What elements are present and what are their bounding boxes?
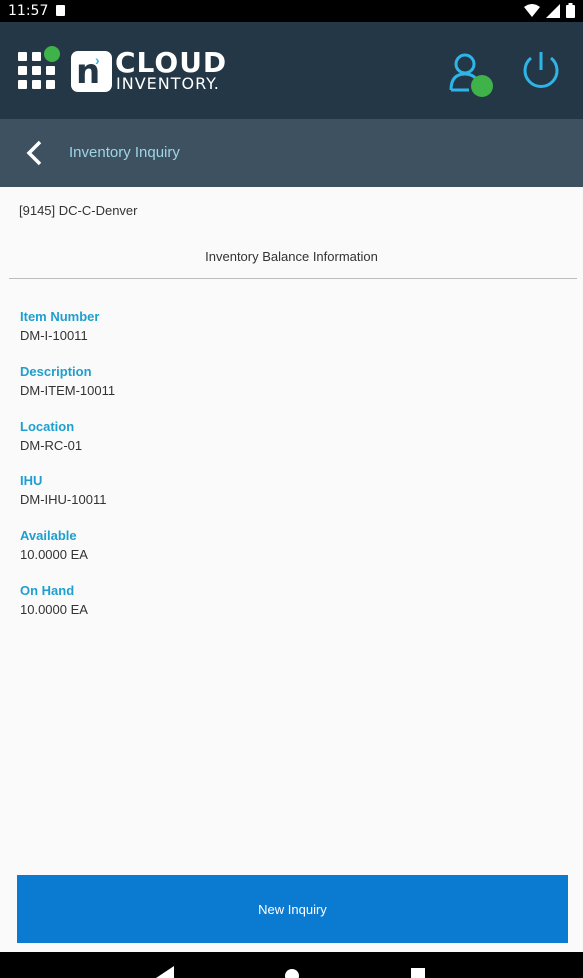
field-item-number: Item Number DM-I-10011: [20, 308, 99, 344]
field-label: Location: [20, 419, 75, 434]
notification-dot: [44, 46, 60, 62]
nav-bar: [0, 952, 583, 978]
logo-mark: n ›: [71, 51, 112, 92]
field-label: Item Number: [20, 309, 100, 324]
back-nav-icon[interactable]: [156, 966, 174, 978]
user-icon[interactable]: [447, 50, 495, 98]
section-title: Inventory Balance Information: [205, 249, 378, 264]
home-nav-icon[interactable]: [285, 968, 299, 978]
recents-nav-icon[interactable]: [411, 968, 425, 978]
field-ihu: IHU DM-IHU-10011: [20, 472, 106, 508]
field-value: DM-IHU-10011: [20, 492, 107, 507]
field-value: 10.0000 EA: [20, 547, 88, 562]
field-label: Description: [20, 364, 92, 379]
org-label: [9145] DC-C-Denver: [19, 203, 138, 218]
app-header: n › CLOUD INVENTORY.: [0, 22, 583, 119]
sd-card-icon: [56, 5, 65, 16]
battery-icon: [566, 3, 575, 18]
sub-header: Inventory Inquiry: [0, 119, 583, 187]
status-icons: [524, 3, 575, 18]
signal-icon: [546, 3, 560, 18]
field-on-hand: On Hand 10.0000 EA: [20, 582, 88, 618]
field-description: Description DM-ITEM-10011: [20, 363, 115, 399]
field-value: 10.0000 EA: [20, 602, 88, 617]
back-arrow-icon[interactable]: [24, 139, 46, 167]
field-label: Available: [20, 528, 77, 543]
field-location: Location DM-RC-01: [20, 418, 82, 454]
new-inquiry-button[interactable]: New Inquiry: [17, 875, 568, 943]
page-title: Inventory Inquiry: [69, 144, 180, 161]
field-available: Available 10.0000 EA: [20, 527, 88, 563]
power-icon[interactable]: [519, 48, 563, 92]
field-value: DM-ITEM-10011: [20, 383, 116, 398]
wifi-icon: [524, 3, 540, 17]
field-label: IHU: [20, 473, 43, 488]
status-time: 11:57: [8, 3, 49, 19]
field-label: On Hand: [20, 583, 75, 598]
field-value: DM-RC-01: [20, 438, 83, 453]
divider: [9, 278, 577, 279]
field-value: DM-I-10011: [20, 328, 88, 343]
status-bar: 11:57: [0, 0, 583, 22]
logo-inventory-text: INVENTORY.: [116, 74, 220, 93]
